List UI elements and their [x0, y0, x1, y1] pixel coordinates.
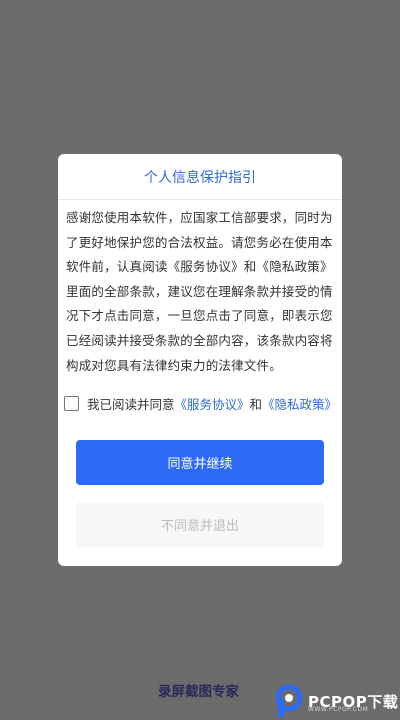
service-agreement-link[interactable]: 《服务协议》 — [175, 394, 250, 413]
privacy-dialog: 个人信息保护指引 感谢您使用本软件，应国家工信部要求，同时为了更好地保护您的合法… — [58, 154, 342, 566]
dialog-title: 个人信息保护指引 — [58, 154, 342, 200]
dialog-body-text: 感谢您使用本软件，应国家工信部要求，同时为了更好地保护您的合法权益。请您务必在使… — [66, 210, 333, 373]
privacy-policy-link[interactable]: 《隐私政策》 — [262, 394, 337, 413]
pcpop-logo-icon — [276, 684, 303, 717]
pcpop-watermark: PCPOP下载 WWW.PCPOP.COM — [276, 684, 398, 718]
agree-prefix-label: 我已阅读并同意 — [87, 397, 175, 412]
agree-continue-button[interactable]: 同意并继续 — [76, 440, 324, 485]
watermark-subtext: WWW.PCPOP.COM — [308, 706, 369, 713]
agree-checkbox[interactable] — [64, 396, 79, 411]
and-label: 和 — [249, 397, 263, 412]
app-name: 录屏截图专家 — [158, 684, 239, 700]
disagree-exit-button[interactable]: 不同意并退出 — [76, 502, 324, 547]
agreement-row: 我已阅读并同意 《服务协议》 和 《隐私政策》 — [64, 394, 337, 413]
